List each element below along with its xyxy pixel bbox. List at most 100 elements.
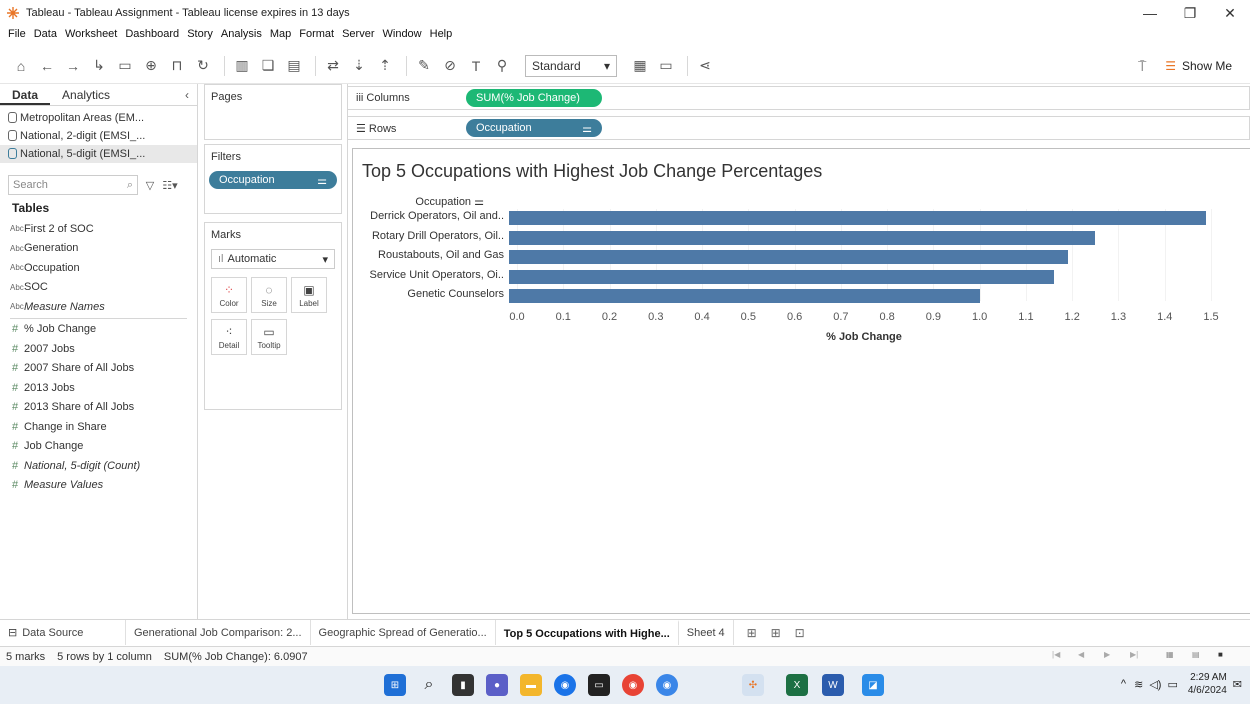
label-button[interactable]: ▣ Label — [291, 277, 327, 313]
tabs-view-icon[interactable]: ■ — [1218, 650, 1232, 659]
tray-overflow-icon[interactable]: ^ — [1121, 678, 1126, 690]
new-worksheet-icon[interactable]: ▥ — [231, 55, 253, 77]
battery-icon[interactable]: ▭ — [1167, 678, 1177, 691]
sheet-tab[interactable]: Geographic Spread of Generatio... — [311, 620, 496, 645]
menu-item-window[interactable]: Window — [383, 28, 422, 46]
menu-item-format[interactable]: Format — [299, 28, 334, 46]
bar-mark[interactable] — [509, 230, 1096, 245]
share-icon[interactable]: ⋖ — [694, 55, 716, 77]
bar-category-label[interactable]: Rotary Drill Operators, Oil.. — [372, 230, 504, 242]
bar-mark[interactable] — [509, 269, 1054, 284]
field-item[interactable]: #2013 Jobs — [0, 378, 197, 398]
mark-type-select[interactable]: ıl Automatic ▾ — [211, 249, 335, 269]
tab-data-source[interactable]: ⊟ Data Source — [0, 620, 126, 645]
datasource-dropdown-icon[interactable]: ⊓ — [166, 55, 188, 77]
show-labels-icon[interactable]: T — [465, 55, 487, 77]
forward-arrow-icon[interactable]: → — [62, 55, 84, 77]
first-sheet-icon[interactable]: |◀ — [1052, 650, 1066, 659]
rows-pill[interactable]: Occupation ⚌ — [466, 119, 602, 137]
columns-shelf[interactable]: iii Columns SUM(% Job Change) — [348, 86, 1250, 110]
teams-icon[interactable]: ● — [486, 674, 508, 696]
refresh-icon[interactable]: ↻ — [192, 55, 214, 77]
detail-button[interactable]: ⁖ Detail — [211, 319, 247, 355]
duplicate-sheet-icon[interactable]: ❏ — [257, 55, 279, 77]
pin-icon[interactable]: ⍑ — [1131, 55, 1153, 77]
datasource-item[interactable]: National, 2-digit (EMSI_... — [0, 127, 197, 145]
filter-pill-occupation[interactable]: Occupation ⚌ — [209, 171, 337, 189]
chrome-profile-icon[interactable]: ◉ — [656, 674, 678, 696]
presentation-mode-icon[interactable]: ▭ — [655, 55, 677, 77]
new-worksheet-icon[interactable]: ⊞ — [740, 626, 764, 640]
columns-pill[interactable]: SUM(% Job Change) — [466, 89, 602, 107]
field-item[interactable]: Abc SOC — [0, 278, 197, 298]
menu-item-worksheet[interactable]: Worksheet — [65, 28, 117, 46]
fit-select[interactable]: Standard ▾ — [525, 54, 617, 77]
wifi-icon[interactable]: ≋ — [1134, 678, 1143, 691]
close-icon[interactable]: ✕ — [1210, 0, 1250, 26]
bar-category-label[interactable]: Derrick Operators, Oil and.. — [370, 210, 504, 222]
sheet-tab[interactable]: Generational Job Comparison: 2... — [126, 620, 311, 645]
field-item[interactable]: #2007 Jobs — [0, 339, 197, 359]
sheet-tab-active[interactable]: Top 5 Occupations with Highe... — [495, 620, 679, 645]
field-item[interactable]: Abc Measure Names — [0, 297, 197, 317]
datasource-item-selected[interactable]: National, 5-digit (EMSI_... — [0, 145, 197, 163]
search-input[interactable]: Search ⌕ — [8, 175, 138, 195]
field-item[interactable]: # % Job Change — [0, 320, 197, 340]
menu-item-story[interactable]: Story — [187, 28, 213, 46]
new-datasource-icon[interactable]: ⊕ — [140, 55, 162, 77]
bar-category-label[interactable]: Service Unit Operators, Oi.. — [370, 269, 505, 281]
photos-icon[interactable]: ◪ — [862, 674, 884, 696]
view-options-icon[interactable]: ☷▾ — [162, 174, 178, 196]
last-sheet-icon[interactable]: ▶| — [1130, 650, 1144, 659]
file-explorer-icon[interactable]: ▬ — [520, 674, 542, 696]
notification-icon[interactable]: ✉ — [1233, 678, 1242, 691]
sheet-tab[interactable]: Sheet 4 — [679, 620, 734, 645]
highlight-icon[interactable]: ✎ — [413, 55, 435, 77]
menu-item-analysis[interactable]: Analysis — [221, 28, 262, 46]
prev-sheet-icon[interactable]: ◀ — [1078, 650, 1092, 659]
sort-descending-icon[interactable]: ⇡ — [374, 55, 396, 77]
field-item[interactable]: #2007 Share of All Jobs — [0, 359, 197, 379]
new-story-icon[interactable]: ⊡ — [788, 626, 812, 640]
bar-category-label[interactable]: Roustabouts, Oil and Gas — [378, 249, 504, 261]
clock[interactable]: 2:29 AM 4/6/2024 — [1188, 671, 1227, 697]
save-icon[interactable]: ▭ — [114, 55, 136, 77]
color-button[interactable]: ⁘ Color — [211, 277, 247, 313]
field-item[interactable]: # Measure Values — [0, 476, 197, 496]
field-item[interactable]: Abc Generation — [0, 239, 197, 259]
menu-item-map[interactable]: Map — [270, 28, 291, 46]
chrome-icon[interactable]: ◉ — [622, 674, 644, 696]
row-header-occupation[interactable]: Occupation ⚌ — [415, 195, 484, 208]
field-item[interactable]: # Change in Share — [0, 417, 197, 437]
home-icon[interactable]: ⌂ — [10, 55, 32, 77]
tab-data[interactable]: Data — [0, 84, 51, 105]
redo-dropdown-icon[interactable]: ↳ — [88, 55, 110, 77]
collapse-pane-icon[interactable]: ‹ — [177, 84, 197, 105]
menu-item-data[interactable]: Data — [34, 28, 57, 46]
excel-icon[interactable]: X — [786, 674, 808, 696]
next-sheet-icon[interactable]: ▶ — [1104, 650, 1118, 659]
pages-card[interactable]: Pages — [204, 84, 342, 140]
group-icon[interactable]: ⊘ — [439, 55, 461, 77]
bar-category-label[interactable]: Genetic Counselors — [407, 288, 504, 300]
pin-axes-icon[interactable]: ⚲ — [491, 55, 513, 77]
bar-mark[interactable] — [509, 250, 1068, 264]
back-arrow-icon[interactable]: ← — [36, 55, 58, 77]
minimize-icon[interactable]: — — [1130, 0, 1170, 26]
show-cards-icon[interactable]: ▦ — [629, 55, 651, 77]
bar-mark[interactable] — [509, 211, 1207, 225]
new-dashboard-icon[interactable]: ⊞ — [764, 626, 788, 640]
task-view-icon[interactable]: ▮ — [452, 674, 474, 696]
field-item[interactable]: # Job Change — [0, 437, 197, 457]
tooltip-button[interactable]: ▭ Tooltip — [251, 319, 287, 355]
swap-rows-columns-icon[interactable]: ⇄ — [322, 55, 344, 77]
filters-card[interactable]: Filters Occupation ⚌ — [204, 144, 342, 214]
sort-ascending-icon[interactable]: ⇣ — [348, 55, 370, 77]
word-icon[interactable]: W — [822, 674, 844, 696]
rows-shelf[interactable]: ☰ Rows Occupation ⚌ — [348, 116, 1250, 140]
field-item[interactable]: Abc First 2 of SOC — [0, 219, 197, 239]
size-button[interactable]: ◌ Size — [251, 277, 287, 313]
bar-mark[interactable] — [509, 289, 980, 303]
field-item[interactable]: Abc Occupation — [0, 258, 197, 278]
menu-item-file[interactable]: File — [8, 28, 26, 46]
